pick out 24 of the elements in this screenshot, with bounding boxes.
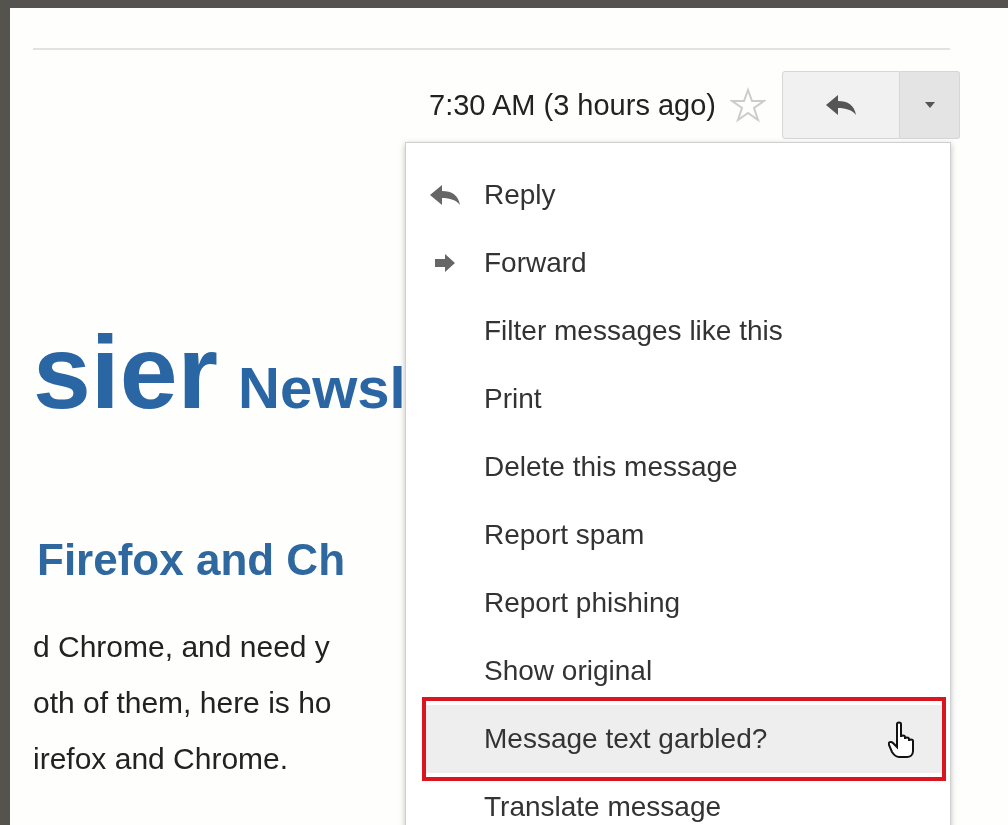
menu-item[interactable]: Print (406, 365, 950, 433)
right-arrow-icon (433, 253, 457, 273)
menu-item[interactable]: Forward (406, 229, 950, 297)
reply-icon (428, 183, 462, 207)
menu-item[interactable]: Report phishing (406, 569, 950, 637)
reply-icon (824, 93, 858, 117)
body-text-line: irefox and Chrome. (33, 741, 290, 777)
newsletter-title: Newsl (238, 354, 405, 421)
body-text-line: oth of them, here is ho (33, 685, 333, 721)
menu-item[interactable]: Filter messages like this (406, 297, 950, 365)
menu-item[interactable]: Delete this message (406, 433, 950, 501)
body-text-line: d Chrome, and need y (33, 629, 331, 665)
caret-icon (923, 101, 936, 109)
star-icon[interactable] (730, 87, 766, 123)
menu-item[interactable]: Report spam (406, 501, 950, 569)
menu-item[interactable]: Reply (406, 161, 950, 229)
message-timestamp: 7:30 AM (3 hours ago) (429, 88, 716, 122)
menu-item[interactable]: Message text garbled? (426, 705, 942, 773)
newsletter-logo-text: sier (33, 317, 219, 427)
article-heading: Firefox and Ch (37, 535, 347, 585)
menu-item[interactable]: Translate message (406, 773, 950, 825)
menu-item[interactable]: Show original (406, 637, 950, 705)
more-options-button[interactable] (900, 71, 960, 139)
reply-button[interactable] (782, 71, 900, 139)
